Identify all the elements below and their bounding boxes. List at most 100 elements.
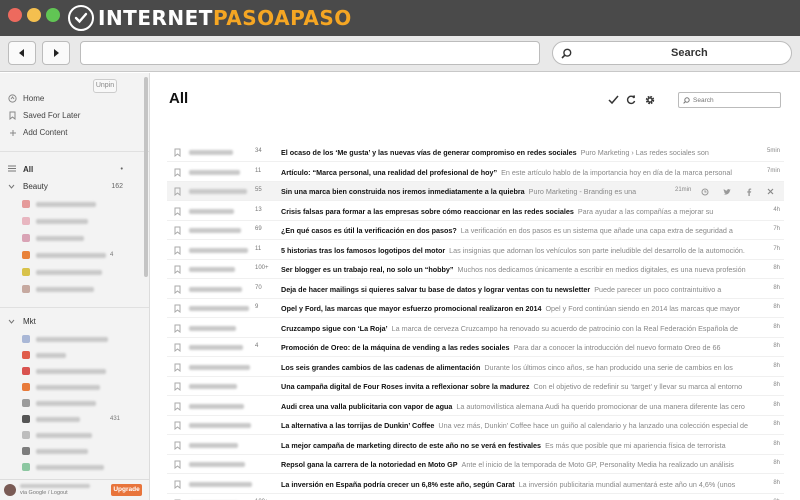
bookmark-icon[interactable] — [174, 363, 181, 372]
facebook-icon[interactable] — [744, 187, 753, 196]
article-title[interactable]: Artículo: “Marca personal, una realidad … — [281, 168, 497, 177]
article-title[interactable]: La alternativa a las torrijas de Dunkin’… — [281, 421, 434, 430]
sidebar-feed[interactable] — [22, 284, 122, 294]
article-row[interactable]: 70 Deja de hacer mailings si quieres salv… — [167, 280, 784, 299]
bookmark-icon[interactable] — [174, 402, 181, 411]
feed-search-field[interactable] — [678, 92, 781, 108]
article-row[interactable]: Los seis grandes cambios de las cadenas … — [167, 358, 784, 377]
bookmark-icon[interactable] — [174, 304, 181, 314]
bookmark-icon[interactable] — [174, 460, 181, 470]
sidebar-feed[interactable] — [22, 446, 122, 456]
bookmark-icon[interactable] — [174, 148, 181, 158]
article-title[interactable]: Audi crea una valla publicitaria con vap… — [281, 402, 452, 411]
sidebar-folder-mkt[interactable]: Mkt — [8, 317, 123, 326]
bookmark-icon[interactable] — [174, 382, 181, 392]
sidebar-feed[interactable] — [22, 366, 122, 376]
sidebar-scrollbar[interactable] — [144, 77, 148, 277]
bookmark-icon[interactable] — [174, 168, 181, 177]
sidebar-feed[interactable] — [22, 199, 122, 209]
bookmark-icon[interactable] — [174, 187, 181, 197]
article-row[interactable]: Audi crea una valla publicitaria con vap… — [167, 397, 784, 416]
save-later-icon[interactable] — [700, 187, 709, 196]
article-row[interactable]: 69 ¿En qué casos es útil la verificación … — [167, 221, 784, 240]
article-row[interactable]: 55 Sin una marca bien construida nos irem… — [167, 182, 784, 201]
article-row[interactable]: 34 El ocaso de los ‘Me gusta’ y las nueva… — [167, 143, 784, 162]
article-title[interactable]: Promoción de Oreo: de la máquina de vend… — [281, 343, 509, 352]
article-title[interactable]: Ser blogger es un trabajo real, no solo … — [281, 265, 454, 274]
sidebar-feed[interactable] — [22, 233, 122, 243]
article-row[interactable]: 11 Artículo: “Marca personal, una realida… — [167, 163, 784, 182]
sidebar-folder-beauty[interactable]: Beauty 162 — [8, 182, 123, 191]
sidebar-feed[interactable] — [22, 267, 122, 277]
upgrade-button[interactable]: Upgrade — [111, 484, 142, 496]
article-title[interactable]: Opel y Ford, las marcas que mayor esfuer… — [281, 304, 541, 313]
article-row[interactable]: Repsol gana la carrera de la notoriedad … — [167, 455, 784, 474]
bookmark-icon[interactable] — [174, 480, 181, 489]
bookmark-icon[interactable] — [174, 421, 181, 431]
article-row[interactable]: 13 Crisis falsas para formar a las empres… — [167, 202, 784, 221]
bookmark-icon[interactable] — [174, 246, 181, 255]
bookmark-icon[interactable] — [174, 441, 181, 450]
article-title[interactable]: Una campaña digital de Four Roses invita… — [281, 382, 529, 391]
close-window-button[interactable] — [8, 8, 22, 22]
browser-toolbar: Search — [0, 36, 800, 72]
article-row[interactable]: 100+ Ser blogger es un trabajo real, no s… — [167, 260, 784, 279]
article-title[interactable]: Crisis falsas para formar a las empresas… — [281, 207, 574, 216]
address-bar[interactable] — [80, 41, 540, 65]
browser-search-field[interactable]: Search — [552, 41, 792, 65]
minimize-window-button[interactable] — [27, 8, 41, 22]
article-row[interactable]: La alternativa a las torrijas de Dunkin’… — [167, 416, 784, 435]
article-title[interactable]: Los seis grandes cambios de las cadenas … — [281, 363, 480, 372]
article-title[interactable]: Repsol gana la carrera de la notoriedad … — [281, 460, 458, 469]
sidebar-feed[interactable] — [22, 350, 122, 360]
article-summary: Opel y Ford continúan siendo en 2014 las… — [545, 304, 741, 313]
article-title[interactable]: Deja de hacer mailings si quieres salvar… — [281, 285, 590, 294]
sidebar-feed[interactable] — [22, 250, 122, 260]
forward-button[interactable] — [42, 41, 70, 65]
close-icon[interactable] — [766, 187, 775, 196]
zoom-window-button[interactable] — [46, 8, 60, 22]
sidebar-item-add-content[interactable]: Add Content — [8, 128, 67, 137]
article-row[interactable]: Una campaña digital de Four Roses invita… — [167, 377, 784, 396]
feed-search-input[interactable] — [693, 96, 773, 104]
article-title[interactable]: 5 historias tras los famosos logotipos d… — [281, 246, 445, 255]
article-row[interactable]: La mejor campaña de marketing directo de… — [167, 436, 784, 455]
logout-link[interactable]: via Google / Logout — [20, 490, 90, 497]
bookmark-icon[interactable] — [174, 343, 181, 353]
bookmark-icon[interactable] — [174, 226, 181, 236]
article-title[interactable]: Cruzcampo sigue con ‘La Roja’ — [281, 324, 388, 333]
article-row[interactable]: 11 5 historias tras los famosos logotipos… — [167, 241, 784, 260]
article-title[interactable]: ¿En qué casos es útil la verificación en… — [281, 226, 457, 235]
article-source-blurred — [189, 423, 251, 428]
sidebar: Unpin Home Saved For Later Add Content A… — [0, 73, 150, 500]
twitter-icon[interactable] — [722, 187, 731, 196]
article-row[interactable]: 9 Opel y Ford, las marcas que mayor esfue… — [167, 299, 784, 318]
back-button[interactable] — [8, 41, 36, 65]
sidebar-feed[interactable] — [22, 334, 122, 344]
settings-button[interactable] — [643, 93, 657, 107]
unpin-button[interactable]: Unpin — [93, 79, 117, 93]
sidebar-feed[interactable] — [22, 430, 122, 440]
sidebar-feed[interactable] — [22, 414, 122, 424]
sidebar-feed[interactable] — [22, 216, 122, 226]
mark-read-button[interactable] — [606, 93, 620, 107]
bookmark-icon[interactable] — [174, 265, 181, 275]
bookmark-icon[interactable] — [174, 285, 181, 294]
sidebar-item-saved[interactable]: Saved For Later — [8, 111, 80, 120]
sidebar-feed[interactable] — [22, 382, 122, 392]
article-title[interactable]: El ocaso de los ‘Me gusta’ y las nuevas … — [281, 148, 577, 157]
sidebar-feed[interactable] — [22, 462, 122, 472]
article-row[interactable]: 4 Promoción de Oreo: de la máquina de ven… — [167, 338, 784, 357]
bookmark-icon[interactable] — [174, 324, 181, 333]
sidebar-item-all[interactable]: All • — [8, 165, 123, 174]
refresh-button[interactable] — [624, 93, 638, 107]
article-row[interactable]: Cruzcampo sigue con ‘La Roja’ La marca de… — [167, 319, 784, 338]
article-title[interactable]: La mejor campaña de marketing directo de… — [281, 441, 541, 450]
sidebar-item-home[interactable]: Home — [8, 94, 44, 103]
article-row[interactable]: La inversión en España podría crecer un … — [167, 475, 784, 494]
article-title[interactable]: La inversión en España podría crecer un … — [281, 480, 515, 489]
bookmark-icon[interactable] — [174, 207, 181, 216]
sidebar-feed[interactable] — [22, 398, 122, 408]
article-row[interactable]: 100+Mi software favorito que utilizo dia… — [167, 494, 784, 500]
article-title[interactable]: Sin una marca bien construida nos iremos… — [281, 187, 525, 196]
